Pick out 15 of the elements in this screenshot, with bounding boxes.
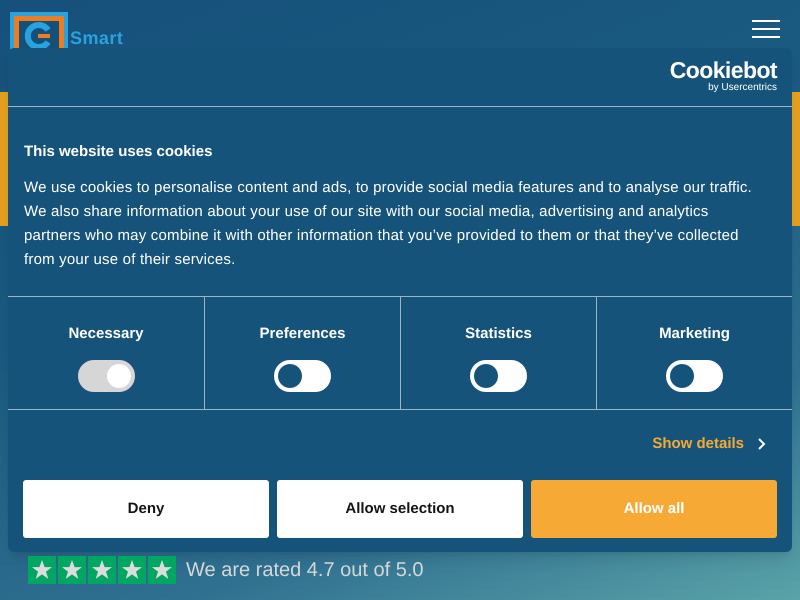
category-label: Statistics [465, 324, 532, 344]
consent-button[interactable]: Deny [23, 480, 269, 538]
category-label: Marketing [659, 324, 730, 344]
chevron-icon [758, 438, 766, 450]
dialog-body: We use cookies to personalise content and ads, to provide social media features and to analyse our traffic. We also share information about your use of our site with our social media, advertising and analytics partners who may combine it with other information that you’ve provided to them or that they’ve collected from your use of their services. [24, 178, 753, 270]
dialog-title: This website uses cookies [24, 142, 214, 162]
category-label: Preferences [260, 324, 346, 344]
menu-icon[interactable] [752, 20, 780, 38]
category-label: Necessary [68, 324, 144, 344]
cookiebot-byline: by Usercentrics [708, 82, 777, 95]
consent-button[interactable]: Allow selection [277, 480, 523, 538]
rating-text: We are rated 4.7 out of 5.0 [186, 558, 424, 583]
brand-name: Smart [70, 27, 124, 50]
cookiebot-logo: Cookiebot [670, 59, 777, 82]
show-details-link[interactable]: Show details [652, 434, 766, 454]
